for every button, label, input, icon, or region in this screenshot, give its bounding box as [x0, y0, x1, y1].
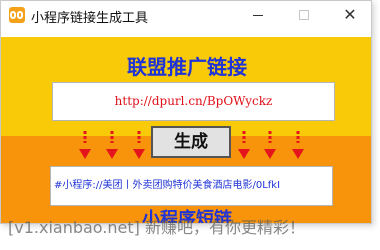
- short-link-output[interactable]: #小程序://美团丨外卖团购特价美食酒店电影/0LfkI: [50, 166, 333, 206]
- down-arrow-icon: [238, 131, 250, 159]
- down-arrow-icon: [79, 131, 91, 159]
- down-arrow-icon: [292, 131, 304, 159]
- app-logo-icon: [9, 7, 25, 23]
- headline: 联盟推广链接: [127, 55, 247, 79]
- title-bar[interactable]: 小程序链接生成工具 ✕: [1, 1, 371, 29]
- window-title: 小程序链接生成工具: [31, 11, 149, 26]
- maximize-button[interactable]: [281, 1, 327, 29]
- close-button[interactable]: ✕: [327, 1, 371, 29]
- down-arrow-icon: [264, 131, 276, 159]
- minimize-button[interactable]: [235, 1, 281, 29]
- maximize-icon: [299, 10, 309, 20]
- generate-button[interactable]: 生成: [151, 126, 231, 158]
- long-url-input[interactable]: http://dpurl.cn/BpOWyckz: [52, 82, 335, 121]
- down-arrow-icon: [133, 131, 145, 159]
- app-window: 小程序链接生成工具 ✕ 联盟推广链接 http://dpurl.cn/BpOWy…: [0, 0, 372, 224]
- minimize-icon: [253, 15, 263, 16]
- watermark-text: [v1.xianbao.net] 新赚吧，有你更精彩！: [8, 218, 305, 237]
- screen: 小程序链接生成工具 ✕ 联盟推广链接 http://dpurl.cn/BpOWy…: [0, 0, 380, 250]
- down-arrow-icon: [106, 131, 118, 159]
